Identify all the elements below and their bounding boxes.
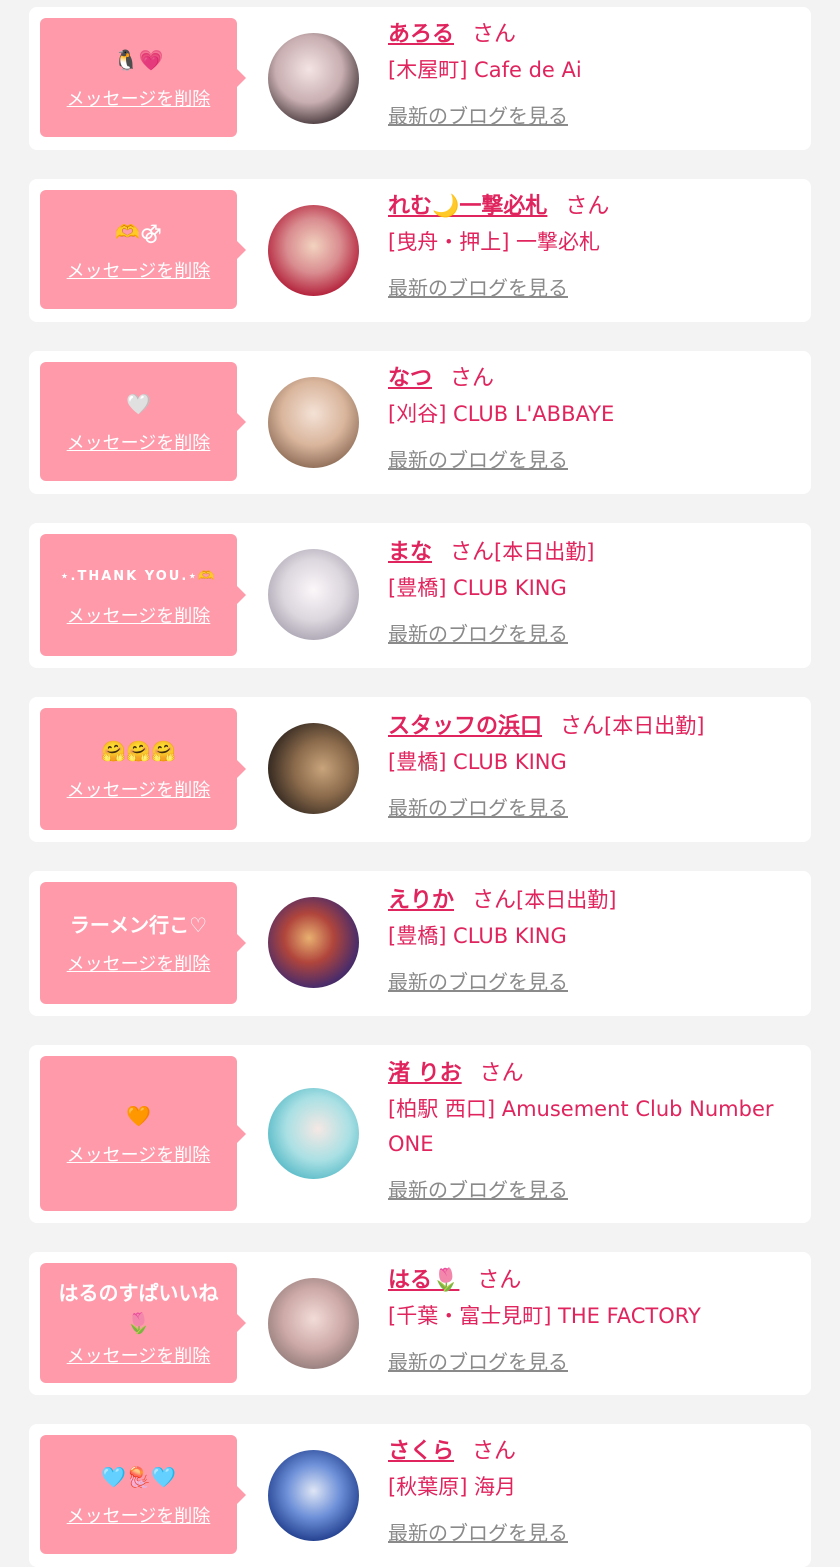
shop-name: [千葉・富士見町] THE FACTORY	[388, 1304, 701, 1328]
latest-blog-link[interactable]: 最新のブログを見る	[388, 792, 568, 821]
cast-name-link[interactable]: あろる	[388, 22, 454, 47]
message-bubble: 🐧💗 メッセージを削除	[40, 18, 246, 137]
cast-info: えりか さん[本日出勤] [豊橋] CLUB KING 最新のブログを見る	[388, 884, 793, 995]
message-text: ラーメン行こ♡	[69, 913, 208, 937]
cast-info: なつ さん [刈谷] CLUB L'ABBAYE 最新のブログを見る	[388, 362, 793, 473]
delete-message-link[interactable]: メッセージを削除	[67, 776, 211, 802]
delete-message-link[interactable]: メッセージを削除	[67, 1502, 211, 1528]
status-badge: [本日出勤]	[604, 714, 705, 738]
shop-name: [豊橋] CLUB KING	[388, 924, 567, 948]
latest-blog-link[interactable]: 最新のブログを見る	[388, 618, 568, 647]
message-text: 🤗🤗🤗	[101, 739, 176, 763]
shop-name: [秋葉原] 海月	[388, 1475, 517, 1499]
latest-blog-link[interactable]: 最新のブログを見る	[388, 966, 568, 995]
avatar[interactable]	[268, 33, 359, 124]
message-bubble: 🫶⚣ メッセージを削除	[40, 190, 246, 309]
cast-card: ⋆.THANK YOU.⋆🫶 メッセージを削除 まな さん[本日出勤] [豊橋] …	[29, 523, 811, 668]
status-badge: [本日出勤]	[494, 540, 595, 564]
message-text: 🫶⚣	[115, 219, 162, 244]
cast-card: ラーメン行こ♡ メッセージを削除 えりか さん[本日出勤] [豊橋] CLUB K…	[29, 871, 811, 1016]
message-bubble: 🩵🪼🩵 メッセージを削除	[40, 1435, 246, 1554]
cast-info: スタッフの浜口 さん[本日出勤] [豊橋] CLUB KING 最新のブログを見る	[388, 710, 793, 821]
message-bubble: ラーメン行こ♡ メッセージを削除	[40, 882, 246, 1004]
cast-card: 🧡 メッセージを削除 渚 りお さん [柏駅 西口] Amusement Club…	[29, 1045, 811, 1223]
honorific: さん	[560, 714, 605, 739]
message-text: はるのすぱいいね 🌷	[58, 1281, 219, 1335]
honorific: さん	[479, 1061, 524, 1086]
delete-message-link[interactable]: メッセージを削除	[67, 602, 211, 628]
latest-blog-link[interactable]: 最新のブログを見る	[388, 272, 568, 301]
cast-name-link[interactable]: なつ	[388, 366, 432, 391]
message-text: 🐧💗	[113, 47, 164, 72]
honorific: さん	[450, 540, 495, 565]
latest-blog-link[interactable]: 最新のブログを見る	[388, 1517, 568, 1546]
delete-message-link[interactable]: メッセージを削除	[67, 1141, 211, 1167]
shop-name: [豊橋] CLUB KING	[388, 750, 567, 774]
cast-card: 🐧💗 メッセージを削除 あろる さん [木屋町] Cafe de Ai 最新のブロ…	[29, 7, 811, 150]
latest-blog-link[interactable]: 最新のブログを見る	[388, 1174, 568, 1203]
delete-message-link[interactable]: メッセージを削除	[67, 950, 211, 976]
message-text: 🧡	[126, 1103, 151, 1128]
delete-message-link[interactable]: メッセージを削除	[67, 429, 211, 455]
cast-card: はるのすぱいいね 🌷 メッセージを削除 はる🌷 さん [千葉・富士見町] THE …	[29, 1252, 811, 1395]
status-badge: [本日出勤]	[516, 888, 617, 912]
message-bubble: ⋆.THANK YOU.⋆🫶 メッセージを削除	[40, 534, 246, 656]
shop-name: [刈谷] CLUB L'ABBAYE	[388, 402, 615, 426]
cast-info: はる🌷 さん [千葉・富士見町] THE FACTORY 最新のブログを見る	[388, 1264, 793, 1375]
cast-info: あろる さん [木屋町] Cafe de Ai 最新のブログを見る	[388, 18, 793, 129]
honorific: さん	[472, 22, 517, 47]
honorific: さん	[477, 1268, 522, 1293]
message-bubble: 🤗🤗🤗 メッセージを削除	[40, 708, 246, 830]
message-bubble: 🤍 メッセージを削除	[40, 362, 246, 481]
shop-name: [柏駅 西口] Amusement Club Number ONE	[388, 1097, 774, 1156]
avatar[interactable]	[268, 549, 359, 640]
avatar[interactable]	[268, 377, 359, 468]
latest-blog-link[interactable]: 最新のブログを見る	[388, 1346, 568, 1375]
avatar[interactable]	[268, 723, 359, 814]
cast-card: 🤍 メッセージを削除 なつ さん [刈谷] CLUB L'ABBAYE 最新のブロ…	[29, 351, 811, 494]
cast-name-link[interactable]: 渚 りお	[388, 1061, 462, 1086]
honorific: さん	[472, 888, 517, 913]
latest-blog-link[interactable]: 最新のブログを見る	[388, 444, 568, 473]
avatar[interactable]	[268, 205, 359, 296]
cast-card: 🩵🪼🩵 メッセージを削除 さくら さん [秋葉原] 海月 最新のブログを見る	[29, 1424, 811, 1567]
honorific: さん	[450, 366, 495, 391]
shop-name: [曳舟・押上] 一撃必札	[388, 230, 601, 254]
shop-name: [木屋町] Cafe de Ai	[388, 58, 582, 82]
avatar[interactable]	[268, 1088, 359, 1179]
cast-name-link[interactable]: まな	[388, 540, 432, 565]
delete-message-link[interactable]: メッセージを削除	[67, 85, 211, 111]
cast-name-link[interactable]: はる🌷	[388, 1268, 459, 1293]
cast-name-link[interactable]: スタッフの浜口	[388, 714, 542, 739]
shop-name: [豊橋] CLUB KING	[388, 576, 567, 600]
cast-card: 🫶⚣ メッセージを削除 れむ🌙一撃必札 さん [曳舟・押上] 一撃必札 最新のブロ…	[29, 179, 811, 322]
honorific: さん	[565, 194, 610, 219]
cast-name-link[interactable]: さくら	[388, 1439, 454, 1464]
cast-info: れむ🌙一撃必札 さん [曳舟・押上] 一撃必札 最新のブログを見る	[388, 190, 793, 301]
delete-message-link[interactable]: メッセージを削除	[67, 257, 211, 283]
cast-name-link[interactable]: えりか	[388, 888, 454, 913]
cast-info: 渚 りお さん [柏駅 西口] Amusement Club Number ONE…	[388, 1057, 793, 1203]
cast-info: まな さん[本日出勤] [豊橋] CLUB KING 最新のブログを見る	[388, 536, 793, 647]
avatar[interactable]	[268, 897, 359, 988]
cast-info: さくら さん [秋葉原] 海月 最新のブログを見る	[388, 1435, 793, 1546]
cast-card: 🤗🤗🤗 メッセージを削除 スタッフの浜口 さん[本日出勤] [豊橋] CLUB K…	[29, 697, 811, 842]
avatar[interactable]	[268, 1450, 359, 1541]
favorite-cast-list: 🐧💗 メッセージを削除 あろる さん [木屋町] Cafe de Ai 最新のブロ…	[0, 0, 840, 1567]
cast-name-link[interactable]: れむ🌙一撃必札	[388, 194, 547, 219]
honorific: さん	[472, 1439, 517, 1464]
message-text: 🩵🪼🩵	[101, 1464, 176, 1489]
message-bubble: 🧡 メッセージを削除	[40, 1056, 246, 1211]
message-bubble: はるのすぱいいね 🌷 メッセージを削除	[40, 1263, 246, 1383]
avatar[interactable]	[268, 1278, 359, 1369]
delete-message-link[interactable]: メッセージを削除	[67, 1342, 211, 1368]
message-text: ⋆.THANK YOU.⋆🫶	[60, 569, 217, 584]
message-text: 🤍	[126, 391, 151, 416]
latest-blog-link[interactable]: 最新のブログを見る	[388, 100, 568, 129]
